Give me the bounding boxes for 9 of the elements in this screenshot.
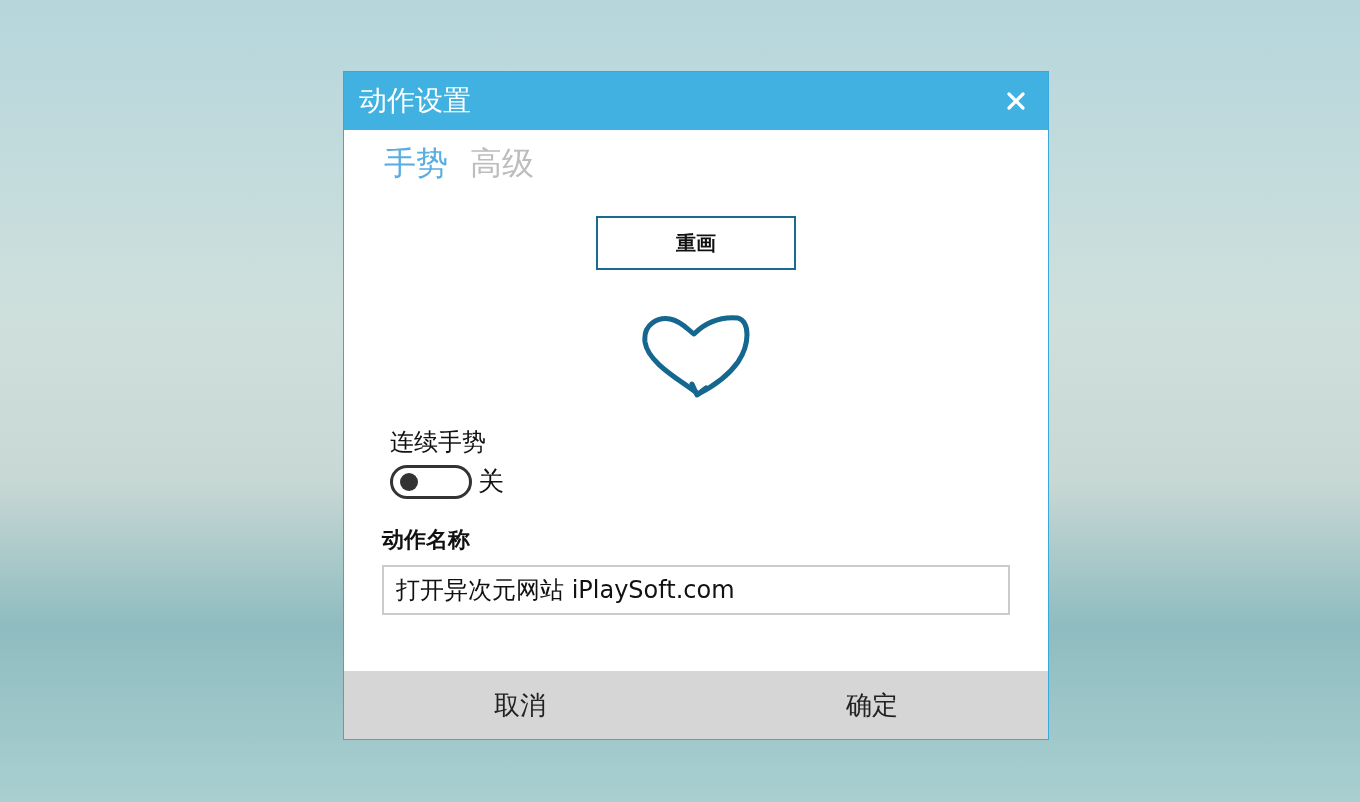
redraw-button[interactable]: 重画 <box>596 216 796 270</box>
dialog-button[interactable]: 确定 <box>696 671 1048 739</box>
toggle-label: 连续手势 <box>390 427 487 458</box>
toggle-switch[interactable] <box>390 464 472 499</box>
toggle-state-text: 关 <box>478 465 504 498</box>
action-name-field[interactable]: 打开异次元网站 iPlaySoft.com <box>382 565 1010 615</box>
dialog-button[interactable]: 取消 <box>344 671 696 739</box>
window-title: 动作设置 <box>359 83 471 119</box>
field-label: 动作名称 <box>382 526 471 554</box>
